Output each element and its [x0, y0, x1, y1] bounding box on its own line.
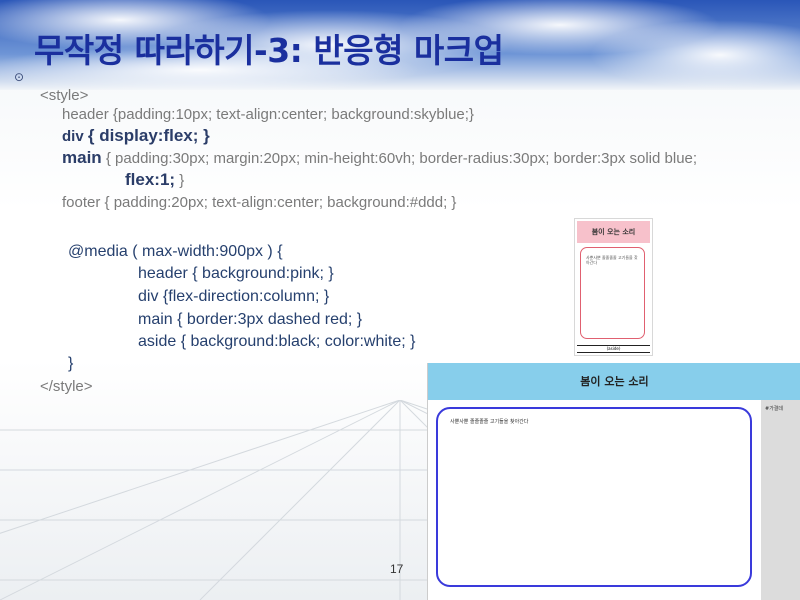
code-media-close: } — [68, 355, 74, 372]
code-main-flex-line: flex:1; } — [125, 170, 184, 190]
mobile-preview-aside: (aside) — [577, 345, 650, 353]
code-media-open: @media ( max-width:900px ) { — [68, 243, 283, 260]
desktop-preview-aside-text: #가결데 — [765, 406, 783, 412]
code-style-close: </style> — [40, 378, 93, 395]
code-main-flex: flex:1; — [125, 170, 176, 189]
code-header-rule: header {padding:10px; text-align:center;… — [62, 106, 474, 123]
desktop-preview-aside: #가결데 — [761, 400, 800, 600]
code-div-line: div { display:flex; } — [62, 126, 210, 146]
desktop-preview-main: 사뿐사뿐 졸졸졸졸 고기들을 찾아간다 — [436, 407, 752, 587]
mobile-preview-main-text: 사뿐사뿐 졸졸졸졸 고기들을 찾아간다 — [586, 255, 638, 265]
desktop-preview-header: 봄이 오는 소리 — [428, 363, 800, 400]
circle-dot-icon: ⊙ — [14, 70, 25, 84]
slide-title: 무작정 따라하기-3: 반응형 마크업 — [34, 31, 504, 70]
page-number: 17 — [390, 562, 404, 576]
code-main-close: } — [179, 172, 185, 189]
code-main-rule: { padding:30px; margin:20px; min-height:… — [105, 150, 698, 167]
code-main-selector: main — [62, 148, 102, 167]
code-media-aside: aside { background:black; color:white; } — [138, 333, 416, 350]
code-div-selector: div — [62, 128, 84, 145]
code-media-header: header { background:pink; } — [138, 265, 334, 282]
code-main-line: main { padding:30px; margin:20px; min-he… — [62, 148, 697, 168]
slide: 무작정 따라하기-3: 반응형 마크업 ⊙ <style> header {pa… — [0, 0, 800, 600]
mobile-preview-header: 봄이 오는 소리 — [577, 221, 650, 243]
mobile-preview-screenshot: 봄이 오는 소리 사뿐사뿐 졸졸졸졸 고기들을 찾아간다 (aside) — [574, 218, 653, 356]
code-div-rule: { display:flex; } — [87, 126, 210, 145]
code-media-div: div {flex-direction:column; } — [138, 288, 330, 305]
code-footer-rule: footer { padding:20px; text-align:center… — [62, 194, 457, 211]
code-style-open: <style> — [40, 87, 89, 104]
desktop-preview-screenshot: 봄이 오는 소리 사뿐사뿐 졸졸졸졸 고기들을 찾아간다 #가결데 — [427, 363, 800, 600]
mobile-preview-main: 사뿐사뿐 졸졸졸졸 고기들을 찾아간다 — [580, 247, 645, 339]
code-media-main: main { border:3px dashed red; } — [138, 311, 363, 328]
desktop-preview-main-text: 사뿐사뿐 졸졸졸졸 고기들을 찾아간다 — [450, 419, 529, 425]
